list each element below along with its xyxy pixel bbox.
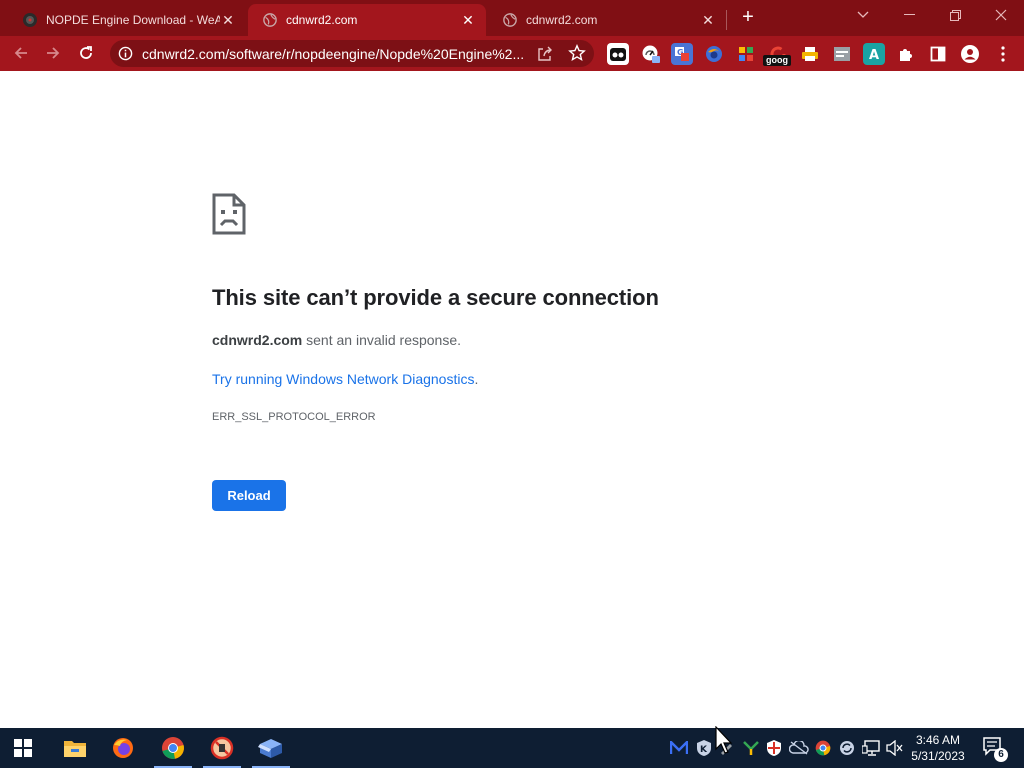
owl-extension-icon[interactable] bbox=[607, 43, 629, 65]
firefox-style-extension-icon[interactable] bbox=[703, 43, 725, 65]
shield-tray-icon[interactable]: K bbox=[694, 738, 714, 758]
globe-icon bbox=[262, 12, 278, 28]
error-code: ERR_SSL_PROTOCOL_ERROR bbox=[212, 411, 376, 423]
tab-strip: NOPDE Engine Download - WeA ✕ cdnwrd2.co… bbox=[0, 0, 1024, 36]
printer-extension-icon[interactable] bbox=[799, 43, 821, 65]
tab-search-icon[interactable] bbox=[840, 0, 886, 30]
green-app-tray-icon[interactable] bbox=[741, 738, 761, 758]
tab-title: NOPDE Engine Download - WeA bbox=[46, 13, 220, 27]
windows-start-icon[interactable] bbox=[0, 728, 46, 768]
clock-date: 5/31/2023 bbox=[911, 749, 965, 763]
mouse-cursor-icon bbox=[715, 725, 735, 756]
error-page: This site can’t provide a secure connect… bbox=[0, 71, 1024, 728]
error-message: cdnwrd2.com sent an invalid response. bbox=[212, 332, 461, 348]
gauge-extension-icon[interactable] bbox=[640, 43, 662, 65]
volume-muted-icon[interactable] bbox=[885, 738, 905, 758]
chrome-icon[interactable] bbox=[150, 728, 196, 768]
m-app-tray-icon[interactable] bbox=[669, 738, 689, 758]
site-info-icon[interactable] bbox=[118, 46, 133, 61]
back-arrow-icon[interactable] bbox=[8, 40, 34, 66]
network-tray-icon[interactable] bbox=[861, 738, 881, 758]
puzzle-color-extension-icon[interactable] bbox=[735, 43, 757, 65]
windows-taskbar: K 3:46 AM 5/31/2023 6 bbox=[0, 728, 1024, 768]
wea-icon bbox=[22, 12, 38, 28]
reload-button[interactable]: Reload bbox=[212, 480, 286, 511]
error-host: cdnwrd2.com bbox=[212, 332, 303, 348]
forward-arrow-icon[interactable] bbox=[40, 40, 66, 66]
firefox-icon[interactable] bbox=[100, 728, 146, 768]
browser-toolbar: cdnwrd2.com/software/r/nopdeengine/Nopde… bbox=[0, 36, 1024, 71]
taskbar-clock[interactable]: 3:46 AM 5/31/2023 bbox=[906, 732, 970, 764]
error-message-text: sent an invalid response. bbox=[302, 332, 462, 348]
tab-cdnwrd2-active[interactable]: cdnwrd2.com ✕ bbox=[248, 4, 486, 36]
chrome-tray-icon[interactable] bbox=[813, 738, 833, 758]
sync-tray-icon[interactable] bbox=[837, 738, 857, 758]
text-extension-icon[interactable]: A bbox=[863, 43, 885, 65]
tab-separator bbox=[726, 10, 727, 30]
share-icon[interactable] bbox=[536, 45, 554, 63]
suggestion-suffix: . bbox=[474, 371, 479, 387]
security-tray-icon[interactable] bbox=[764, 738, 784, 758]
translate-extension-icon[interactable]: G bbox=[671, 43, 693, 65]
tab-cdnwrd2[interactable]: cdnwrd2.com ✕ bbox=[488, 4, 726, 36]
side-panel-icon[interactable] bbox=[927, 43, 949, 65]
close-window-icon[interactable] bbox=[978, 0, 1024, 30]
error-heading: This site can’t provide a secure connect… bbox=[212, 285, 659, 310]
clock-time: 3:46 AM bbox=[915, 733, 961, 747]
window-extension-icon[interactable] bbox=[831, 43, 853, 65]
profile-avatar-icon[interactable] bbox=[959, 43, 981, 65]
globe-icon bbox=[502, 12, 518, 28]
close-tab-icon[interactable]: ✕ bbox=[460, 12, 476, 28]
tab-nopde-download[interactable]: NOPDE Engine Download - WeA ✕ bbox=[8, 4, 246, 36]
restore-icon[interactable] bbox=[932, 0, 978, 30]
file-explorer-icon[interactable] bbox=[52, 728, 98, 768]
network-diagnostics-link[interactable]: Try running Windows Network Diagnostics bbox=[212, 371, 474, 387]
svg-text:K: K bbox=[700, 745, 708, 755]
new-tab-button[interactable]: + bbox=[736, 7, 760, 27]
cloud-off-tray-icon[interactable] bbox=[789, 738, 809, 758]
bookmark-star-icon[interactable] bbox=[568, 44, 586, 62]
address-bar[interactable]: cdnwrd2.com/software/r/nopdeengine/Nopde… bbox=[110, 40, 594, 67]
menu-kebab-icon[interactable] bbox=[992, 43, 1014, 65]
close-tab-icon[interactable]: ✕ bbox=[220, 12, 236, 28]
tab-title: cdnwrd2.com bbox=[286, 13, 358, 27]
blocked-app-icon[interactable] bbox=[199, 728, 245, 768]
broken-page-icon bbox=[212, 193, 246, 235]
error-suggestion: Try running Windows Network Diagnostics. bbox=[212, 371, 478, 387]
reload-icon[interactable] bbox=[73, 40, 99, 66]
tab-title: cdnwrd2.com bbox=[526, 13, 598, 27]
box-app-icon[interactable] bbox=[248, 728, 294, 768]
svg-text:A: A bbox=[869, 48, 879, 62]
url-text: cdnwrd2.com/software/r/nopdeengine/Nopde… bbox=[142, 46, 525, 62]
extension-badge: goog bbox=[763, 55, 791, 66]
notification-count-badge: 6 bbox=[994, 748, 1008, 762]
extensions-puzzle-icon[interactable] bbox=[895, 43, 917, 65]
minimize-icon[interactable] bbox=[886, 0, 932, 30]
close-tab-icon[interactable]: ✕ bbox=[700, 12, 716, 28]
